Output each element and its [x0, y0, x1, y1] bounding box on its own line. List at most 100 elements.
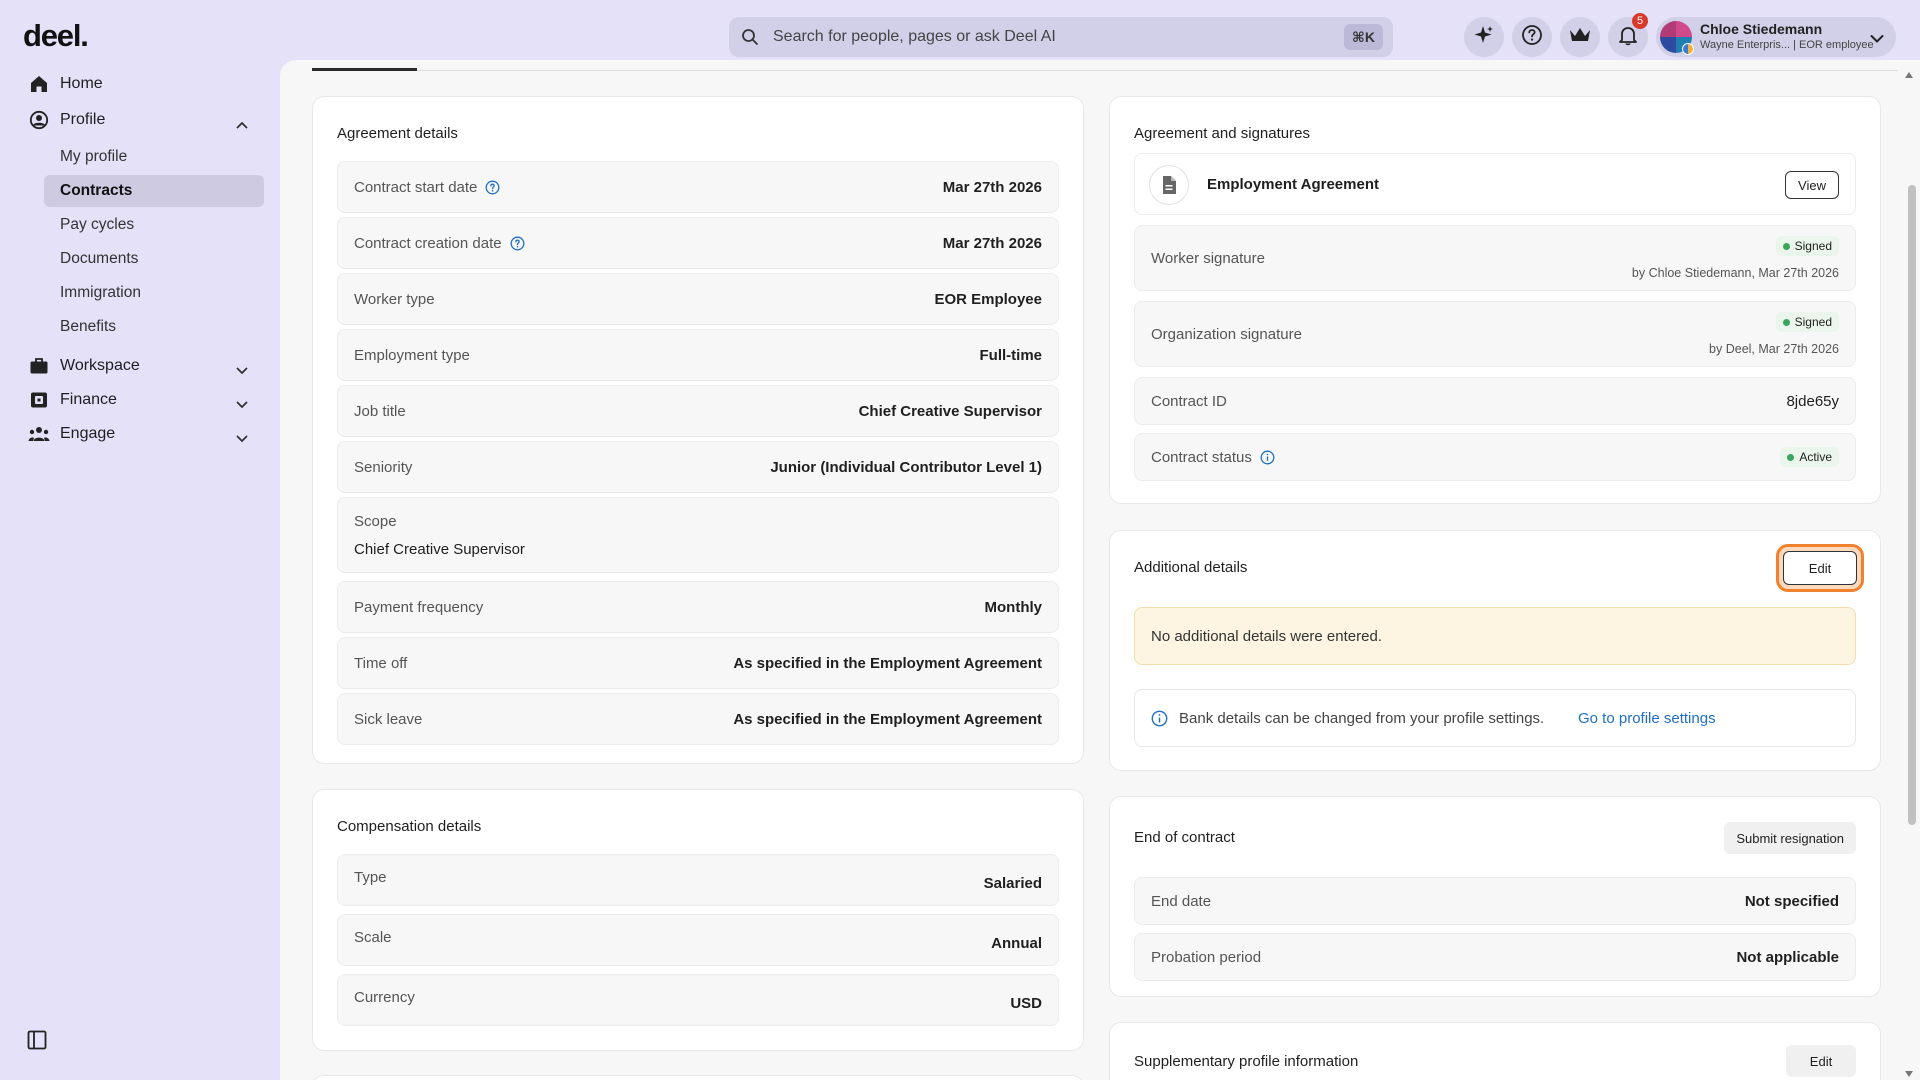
- row-value: Monthly: [984, 599, 1043, 616]
- row-value: Annual: [991, 935, 1042, 952]
- edit-supplementary-button[interactable]: Edit: [1786, 1045, 1856, 1077]
- tabs-divider: [312, 70, 1898, 71]
- contract-id-row: Contract ID 8jde65y: [1134, 377, 1856, 425]
- sidebar-item-documents[interactable]: Documents: [44, 243, 264, 275]
- sidebar-item-label: Workspace: [60, 357, 140, 374]
- sidebar-item-finance[interactable]: Finance: [28, 384, 256, 416]
- chevron-up-icon[interactable]: [236, 116, 248, 134]
- help-button[interactable]: [1512, 17, 1552, 57]
- perks-button[interactable]: [1560, 17, 1600, 57]
- row-value: Not specified: [1744, 893, 1839, 910]
- row-label-text: Contract status: [1151, 449, 1252, 466]
- finance-icon: [28, 389, 50, 411]
- compensation-details-card: Compensation details Type Salaried Scale…: [312, 789, 1084, 1051]
- profile-settings-link[interactable]: Go to profile settings: [1578, 710, 1716, 727]
- chevron-down-icon[interactable]: [236, 396, 248, 414]
- signed-by-text: by Chloe Stiedemann, Mar 27th 2026: [1631, 266, 1839, 280]
- chevron-down-icon[interactable]: [236, 362, 248, 380]
- row-label: Employment type: [354, 347, 470, 364]
- bank-note-text: Bank details can be changed from your pr…: [1179, 710, 1545, 727]
- info-icon[interactable]: [510, 236, 525, 251]
- sidebar-item-profile[interactable]: Profile: [28, 104, 256, 136]
- sidebar-item-workspace[interactable]: Workspace: [28, 350, 256, 382]
- submit-resignation-button[interactable]: Submit resignation: [1724, 822, 1856, 854]
- row-value: EOR Employee: [934, 291, 1042, 308]
- notifications-button[interactable]: 5: [1608, 13, 1648, 57]
- row-value: USD: [1010, 995, 1042, 1012]
- detail-row: Type Salaried: [337, 854, 1059, 906]
- sidebar: Home Profile My profile Contracts Pay cy…: [0, 60, 280, 1080]
- document-row: Employment Agreement View: [1134, 153, 1856, 215]
- empty-state-message: No additional details were entered.: [1151, 628, 1382, 645]
- row-label: Currency: [354, 989, 415, 1006]
- user-name: Chloe Stiedemann: [1700, 21, 1823, 37]
- sidebar-item-pay-cycles[interactable]: Pay cycles: [44, 209, 264, 241]
- status-badge: Signed: [1775, 236, 1839, 256]
- view-agreement-button[interactable]: View: [1785, 171, 1839, 199]
- global-search[interactable]: ⌘K: [729, 17, 1393, 57]
- sidebar-item-label: Finance: [60, 391, 117, 408]
- row-label: Payment frequency: [354, 599, 484, 616]
- search-shortcut-hint: ⌘K: [1343, 24, 1383, 50]
- card-title: End of contract: [1134, 829, 1235, 846]
- row-value: Not applicable: [1736, 949, 1839, 966]
- row-label: Seniority: [354, 459, 413, 476]
- detail-row: Time off As specified in the Employment …: [337, 637, 1059, 689]
- sidebar-item-label: Engage: [60, 425, 116, 442]
- edit-additional-details-button[interactable]: Edit: [1783, 551, 1857, 585]
- bank-details-note: Bank details can be changed from your pr…: [1134, 689, 1856, 747]
- status-dot: [1787, 453, 1795, 461]
- sidebar-item-my-profile[interactable]: My profile: [44, 141, 264, 173]
- row-label: Worker signature: [1151, 250, 1265, 267]
- sidebar-item-immigration[interactable]: Immigration: [44, 277, 264, 309]
- chevron-down-icon[interactable]: [236, 430, 248, 448]
- info-icon[interactable]: [485, 180, 500, 195]
- row-value: Full-time: [979, 347, 1043, 364]
- sidebar-item-label: Profile: [60, 111, 106, 128]
- user-subtitle: Wayne Enterpris... | EOR employee: [1700, 39, 1874, 51]
- agreement-details-card: Agreement details Contract start date Ma…: [312, 96, 1084, 764]
- crown-icon: [1568, 25, 1592, 50]
- detail-row: Contract start date Mar 27th 2026: [337, 161, 1059, 213]
- info-icon[interactable]: [1260, 450, 1275, 465]
- card-title: Additional details: [1134, 559, 1248, 576]
- search-input[interactable]: [773, 17, 1313, 57]
- info-icon: [1151, 710, 1168, 732]
- ai-sparkle-button[interactable]: [1464, 17, 1504, 57]
- sidebar-item-home[interactable]: Home: [28, 68, 103, 100]
- user-menu[interactable]: Chloe Stiedemann Wayne Enterpris... | EO…: [1656, 17, 1896, 57]
- scroll-up-arrow-icon[interactable]: [1904, 66, 1914, 84]
- collapse-sidebar-icon[interactable]: [27, 1030, 47, 1055]
- row-label: Type: [354, 869, 387, 886]
- active-tab-indicator: [312, 68, 417, 71]
- scroll-down-arrow-icon[interactable]: [1904, 1065, 1914, 1080]
- scope-row: Scope Chief Creative Supervisor: [337, 497, 1059, 573]
- row-label: Contract ID: [1151, 393, 1227, 410]
- worker-signature-row: Worker signature Signed by Chloe Stiedem…: [1134, 225, 1856, 291]
- row-label: Time off: [354, 655, 408, 672]
- row-label: End date: [1151, 893, 1212, 910]
- main-content: Agreement details Contract start date Ma…: [280, 60, 1920, 1080]
- status-dot: [1782, 318, 1790, 326]
- sidebar-item-engage[interactable]: Engage: [28, 418, 256, 450]
- row-label-text: Contract start date: [354, 179, 478, 196]
- help-icon: [1521, 24, 1543, 51]
- sidebar-item-contracts[interactable]: Contracts: [44, 175, 264, 207]
- row-label: Worker type: [354, 291, 435, 308]
- card-title: Agreement and signatures: [1134, 125, 1310, 142]
- detail-row: Payment frequency Monthly: [337, 581, 1059, 633]
- user-circle-icon: [28, 109, 50, 131]
- row-value: As specified in the Employment Agreement: [733, 655, 1042, 672]
- people-icon: [28, 423, 50, 445]
- scrollbar-thumb[interactable]: [1908, 185, 1916, 825]
- sidebar-item-benefits[interactable]: Benefits: [44, 311, 264, 343]
- deel-logo[interactable]: deel.: [23, 18, 89, 54]
- row-label: Scale: [354, 929, 392, 946]
- top-bar: deel. ⌘K 5 Chloe Stiedemann Wayne Enterp…: [0, 0, 1920, 60]
- status-text: Active: [1799, 450, 1832, 464]
- detail-row: Job title Chief Creative Supervisor: [337, 385, 1059, 437]
- detail-row: Sick leave As specified in the Employmen…: [337, 693, 1059, 745]
- status-text: Signed: [1794, 239, 1832, 253]
- card-title: Agreement details: [337, 125, 458, 142]
- detail-row: Currency USD: [337, 974, 1059, 1026]
